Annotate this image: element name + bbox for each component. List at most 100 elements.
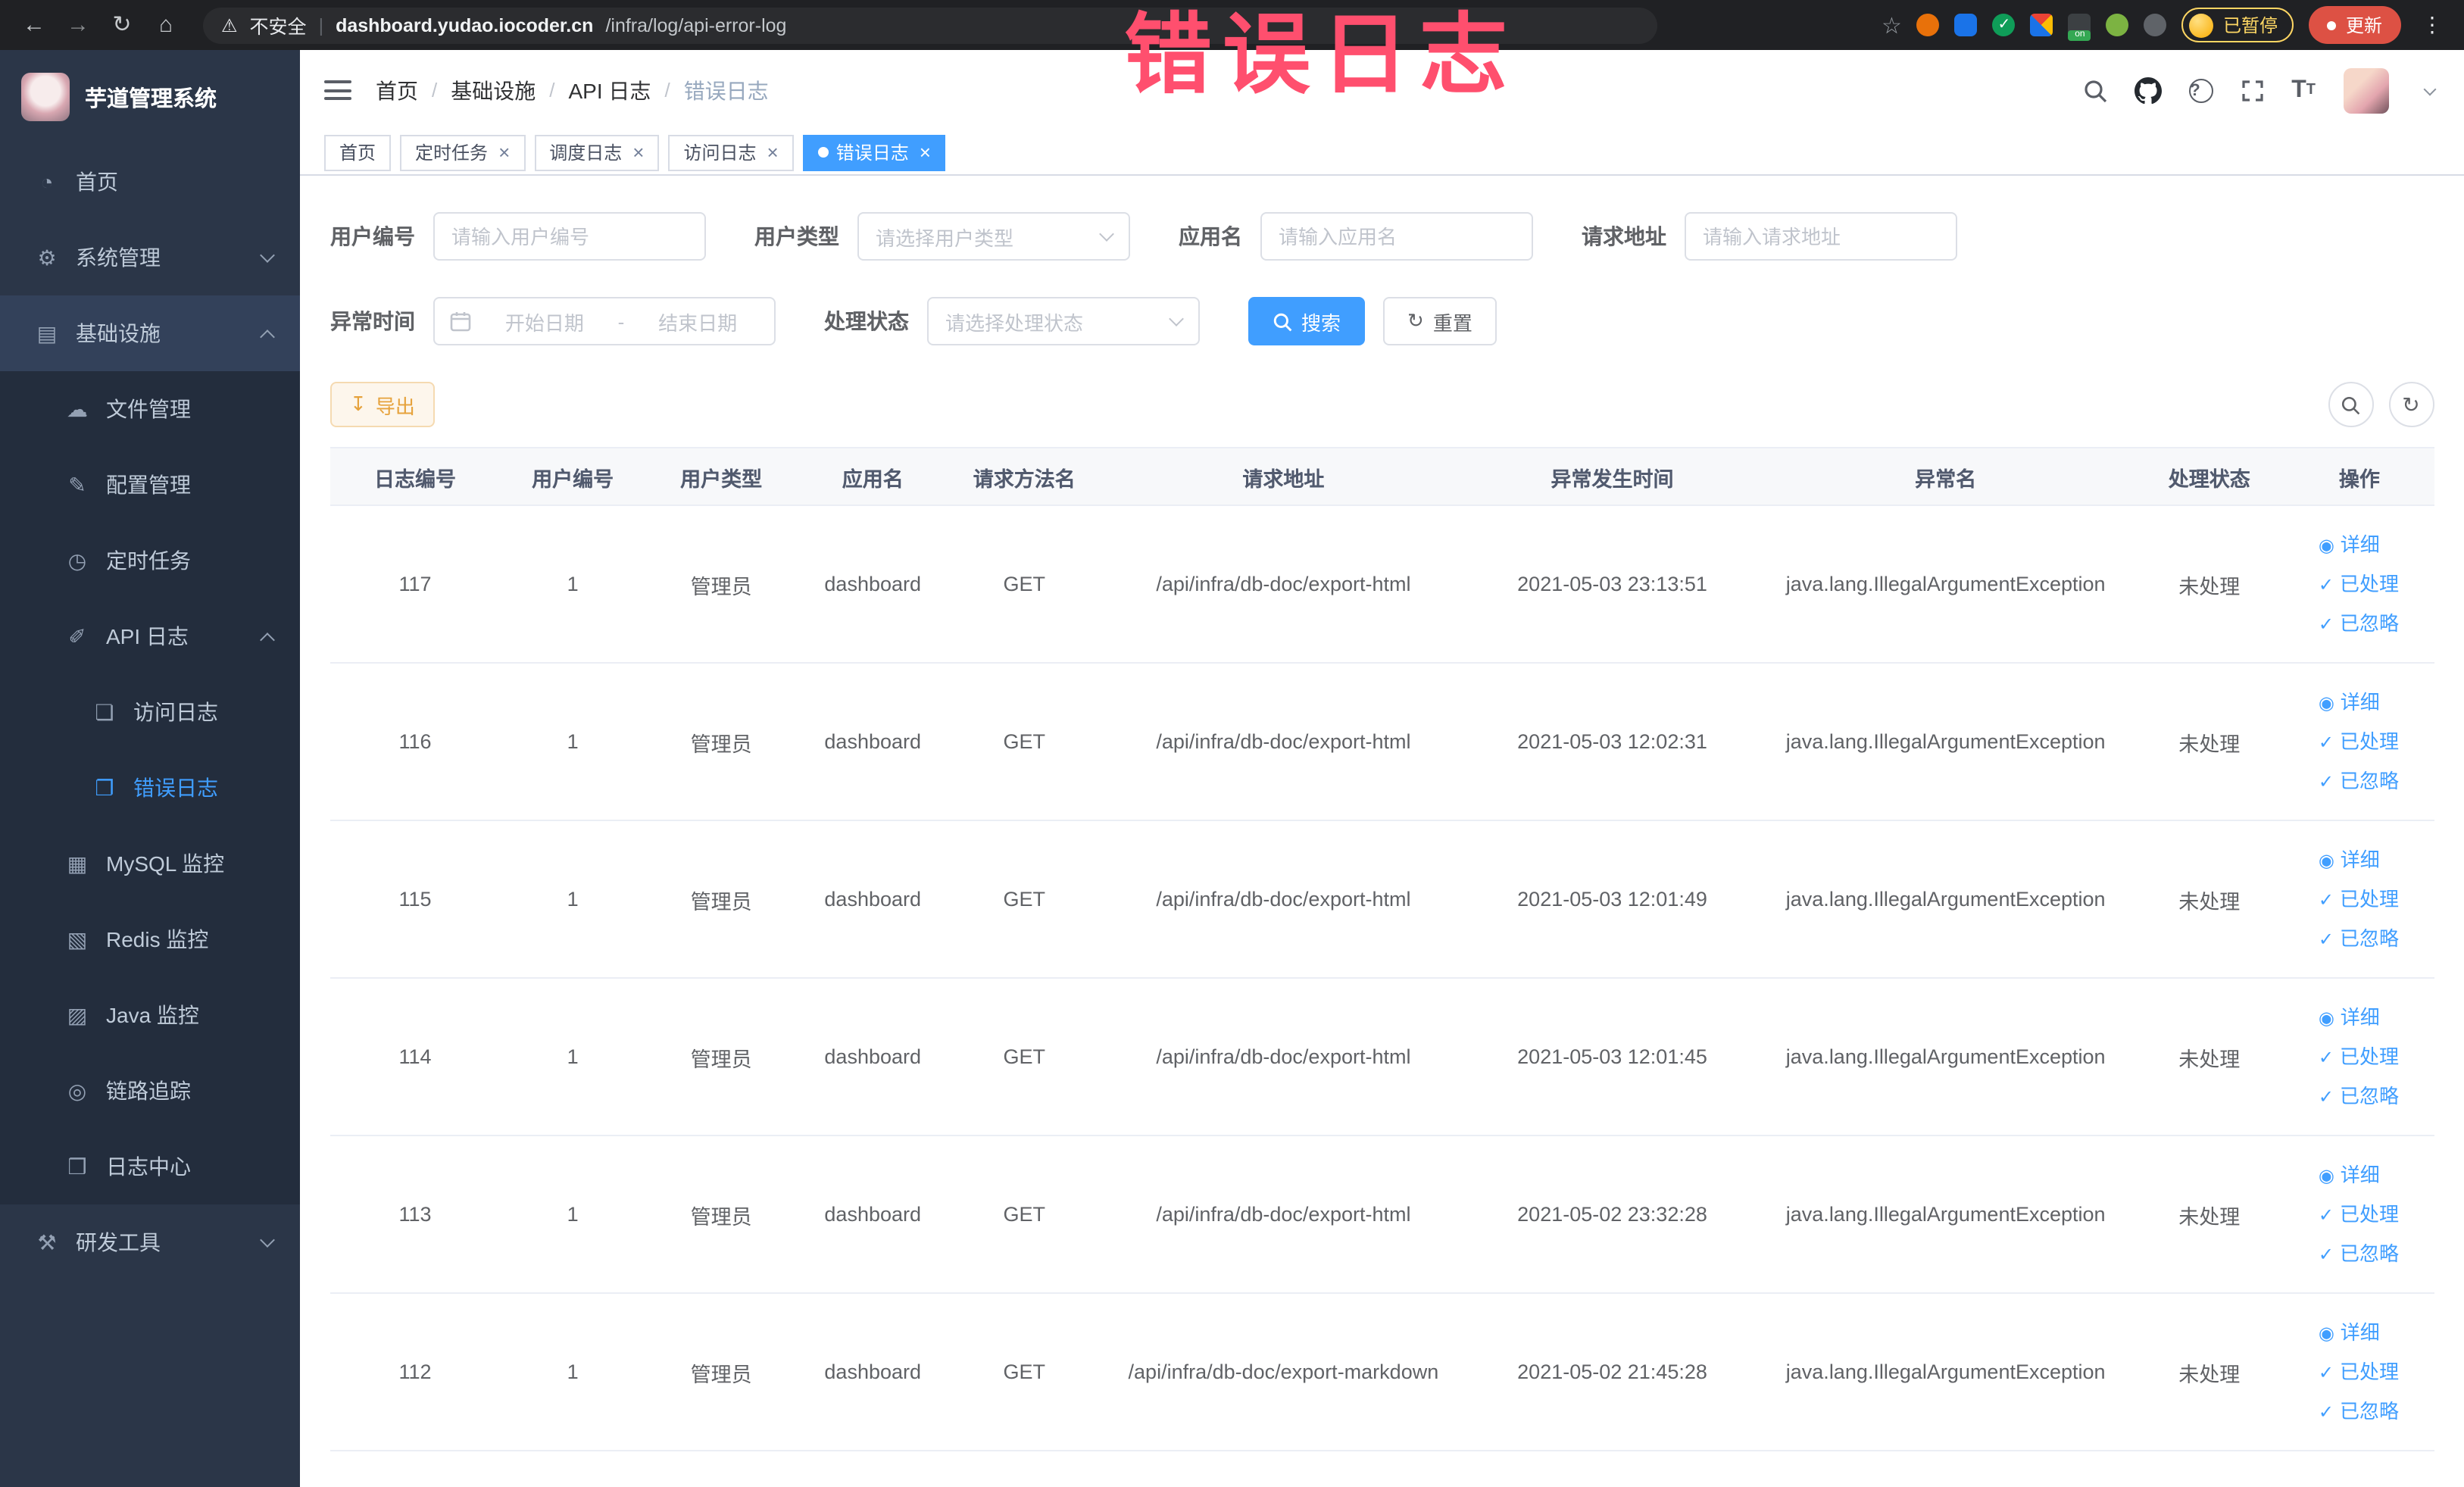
extension-icon-4[interactable] bbox=[2030, 14, 2053, 36]
cell-exception-time: 2021-05-02 23:32:28 bbox=[1466, 1136, 1758, 1294]
paused-chip[interactable]: 已暂停 bbox=[2181, 8, 2294, 42]
error-log-icon: ❐ bbox=[95, 775, 114, 799]
sidebar-item-config-manage[interactable]: ✎ 配置管理 bbox=[0, 447, 300, 523]
sidebar-item-trace[interactable]: ◎ 链路追踪 bbox=[0, 1053, 300, 1129]
close-tab-icon[interactable]: × bbox=[920, 142, 931, 162]
sidebar-item-error-log[interactable]: ❐ 错误日志 bbox=[0, 750, 300, 826]
cell-app-name: dashboard bbox=[797, 505, 949, 664]
ignored-link[interactable]: ✓ 已忽略 bbox=[2319, 1076, 2434, 1116]
close-tab-icon[interactable]: × bbox=[498, 142, 510, 162]
sidebar-item-timer-task[interactable]: ◷ 定时任务 bbox=[0, 523, 300, 598]
breadcrumb-item-api-log[interactable]: API 日志 bbox=[569, 75, 651, 105]
avatar-caret-icon[interactable] bbox=[2422, 82, 2436, 95]
cell-log-id: 117 bbox=[330, 505, 501, 664]
ignored-link[interactable]: ✓ 已忽略 bbox=[2319, 1392, 2434, 1431]
sidebar-item-infrastructure[interactable]: ▤ 基础设施 bbox=[0, 295, 300, 371]
sidebar-item-dev-tools[interactable]: ⚒ 研发工具 bbox=[0, 1204, 300, 1280]
export-button-label: 导出 bbox=[375, 395, 415, 417]
help-icon[interactable]: ? bbox=[2188, 78, 2213, 102]
github-icon[interactable] bbox=[2134, 77, 2162, 104]
detail-link[interactable]: ◉ 详细 bbox=[2319, 525, 2434, 564]
chevron-up-icon bbox=[260, 632, 275, 647]
font-size-icon[interactable]: TT bbox=[2291, 77, 2316, 104]
search-button-label: 搜索 bbox=[1301, 311, 1341, 334]
processed-link[interactable]: ✓ 已处理 bbox=[2319, 1352, 2434, 1392]
forward-icon[interactable]: → bbox=[59, 0, 97, 50]
back-icon[interactable]: ← bbox=[15, 0, 53, 50]
cell-app-name: dashboard bbox=[797, 1293, 949, 1451]
sidebar-item-redis-monitor[interactable]: ▧ Redis 监控 bbox=[0, 901, 300, 977]
tab-home[interactable]: 首页 bbox=[324, 134, 392, 170]
screen: 错误日志 ← → ↻ ⌂ ⚠ 不安全 | dashboard.yudao.ioc… bbox=[0, 0, 2464, 1487]
process-status-select[interactable]: 请选择处理状态 bbox=[927, 297, 1200, 345]
export-button[interactable]: ↧ 导出 bbox=[330, 382, 435, 427]
extension-icon-7[interactable] bbox=[2144, 14, 2167, 36]
processed-link[interactable]: ✓ 已处理 bbox=[2319, 1037, 2434, 1076]
app-name-input[interactable] bbox=[1260, 212, 1533, 261]
breadcrumb-item-infrastructure[interactable]: 基础设施 bbox=[451, 75, 536, 105]
cell-log-id: 116 bbox=[330, 663, 501, 821]
sidebar-item-log-center[interactable]: ❒ 日志中心 bbox=[0, 1129, 300, 1204]
detail-link-label: 详细 bbox=[2340, 1005, 2380, 1028]
security-warning-icon[interactable]: ⚠ bbox=[221, 14, 238, 36]
request-url-input[interactable] bbox=[1685, 212, 1957, 261]
sidebar-item-api-log[interactable]: ✐ API 日志 bbox=[0, 598, 300, 674]
user-id-input[interactable] bbox=[433, 212, 706, 261]
reset-button[interactable]: ↻ 重置 bbox=[1383, 297, 1497, 345]
detail-link[interactable]: ◉ 详细 bbox=[2319, 1313, 2434, 1352]
breadcrumb-item-home[interactable]: 首页 bbox=[376, 75, 418, 105]
header-search-icon[interactable] bbox=[2082, 78, 2106, 102]
sidebar-item-system-manage[interactable]: ⚙ 系统管理 bbox=[0, 220, 300, 295]
detail-link[interactable]: ◉ 详细 bbox=[2319, 998, 2434, 1037]
sidebar-item-file-manage[interactable]: ☁ 文件管理 bbox=[0, 371, 300, 447]
cell-method: GET bbox=[948, 505, 1101, 664]
sidebar: 芋道管理系统 ◔ 首页 ⚙ 系统管理 ▤ 基础设施 ☁ 文件管理 ✎ 配置管理 … bbox=[0, 50, 300, 1487]
sidebar-item-label: 研发工具 bbox=[76, 1230, 161, 1254]
user-type-select[interactable]: 请选择用户类型 bbox=[857, 212, 1130, 261]
sidebar-item-home[interactable]: ◔ 首页 bbox=[0, 144, 300, 220]
extension-icon-3[interactable]: ✓ bbox=[1992, 14, 2016, 36]
sidebar-item-mysql-monitor[interactable]: ▦ MySQL 监控 bbox=[0, 826, 300, 901]
processed-link[interactable]: ✓ 已处理 bbox=[2319, 879, 2434, 919]
sidebar-item-java-monitor[interactable]: ▨ Java 监控 bbox=[0, 977, 300, 1053]
processed-link[interactable]: ✓ 已处理 bbox=[2319, 564, 2434, 604]
ignored-link[interactable]: ✓ 已忽略 bbox=[2319, 604, 2434, 643]
ignored-link[interactable]: ✓ 已忽略 bbox=[2319, 1234, 2434, 1273]
search-button[interactable]: 搜索 bbox=[1248, 297, 1366, 345]
exception-time-range-picker[interactable]: 开始日期 - 结束日期 bbox=[433, 297, 776, 345]
fullscreen-icon[interactable] bbox=[2240, 78, 2264, 102]
home-icon[interactable]: ⌂ bbox=[147, 0, 185, 50]
detail-link[interactable]: ◉ 详细 bbox=[2319, 1155, 2434, 1195]
toggle-search-button[interactable] bbox=[2328, 382, 2373, 427]
tab-error-log[interactable]: 错误日志 × bbox=[802, 134, 946, 170]
table-row: 112 1 管理员 dashboard GET /api/infra/db-do… bbox=[330, 1293, 2434, 1451]
close-tab-icon[interactable]: × bbox=[767, 142, 779, 162]
processed-link[interactable]: ✓ 已处理 bbox=[2319, 722, 2434, 761]
extension-icon-2[interactable] bbox=[1954, 14, 1978, 36]
bookmark-star-icon[interactable]: ☆ bbox=[1882, 11, 1902, 39]
user-avatar[interactable] bbox=[2343, 67, 2388, 113]
ignored-link[interactable]: ✓ 已忽略 bbox=[2319, 919, 2434, 958]
extension-icon-1[interactable] bbox=[1916, 14, 1940, 36]
sidebar-item-access-log[interactable]: ❏ 访问日志 bbox=[0, 674, 300, 750]
close-tab-icon[interactable]: × bbox=[632, 142, 644, 162]
extension-icon-5[interactable]: on bbox=[2068, 14, 2091, 41]
extension-icon-6[interactable] bbox=[2106, 14, 2129, 36]
cell-app-name: dashboard bbox=[797, 1136, 949, 1294]
detail-link[interactable]: ◉ 详细 bbox=[2319, 840, 2434, 879]
col-app-name: 应用名 bbox=[797, 447, 949, 506]
tab-access-log[interactable]: 访问日志 × bbox=[668, 134, 794, 170]
processed-link[interactable]: ✓ 已处理 bbox=[2319, 1195, 2434, 1234]
browser-menu-icon[interactable]: ⋮ bbox=[2416, 12, 2449, 38]
ignored-link[interactable]: ✓ 已忽略 bbox=[2319, 761, 2434, 801]
refresh-table-button[interactable]: ↻ bbox=[2388, 382, 2434, 427]
sidebar-logo[interactable]: 芋道管理系统 bbox=[0, 50, 300, 144]
hamburger-icon[interactable] bbox=[324, 80, 351, 100]
url-domain: dashboard.yudao.iocoder.cn bbox=[336, 14, 594, 36]
detail-link[interactable]: ◉ 详细 bbox=[2319, 683, 2434, 722]
update-button[interactable]: 更新 bbox=[2309, 6, 2400, 44]
tab-timer-task[interactable]: 定时任务 × bbox=[400, 134, 526, 170]
tab-schedule-log[interactable]: 调度日志 × bbox=[534, 134, 660, 170]
refresh-icon[interactable]: ↻ bbox=[103, 0, 141, 50]
search-icon bbox=[1273, 312, 1292, 331]
